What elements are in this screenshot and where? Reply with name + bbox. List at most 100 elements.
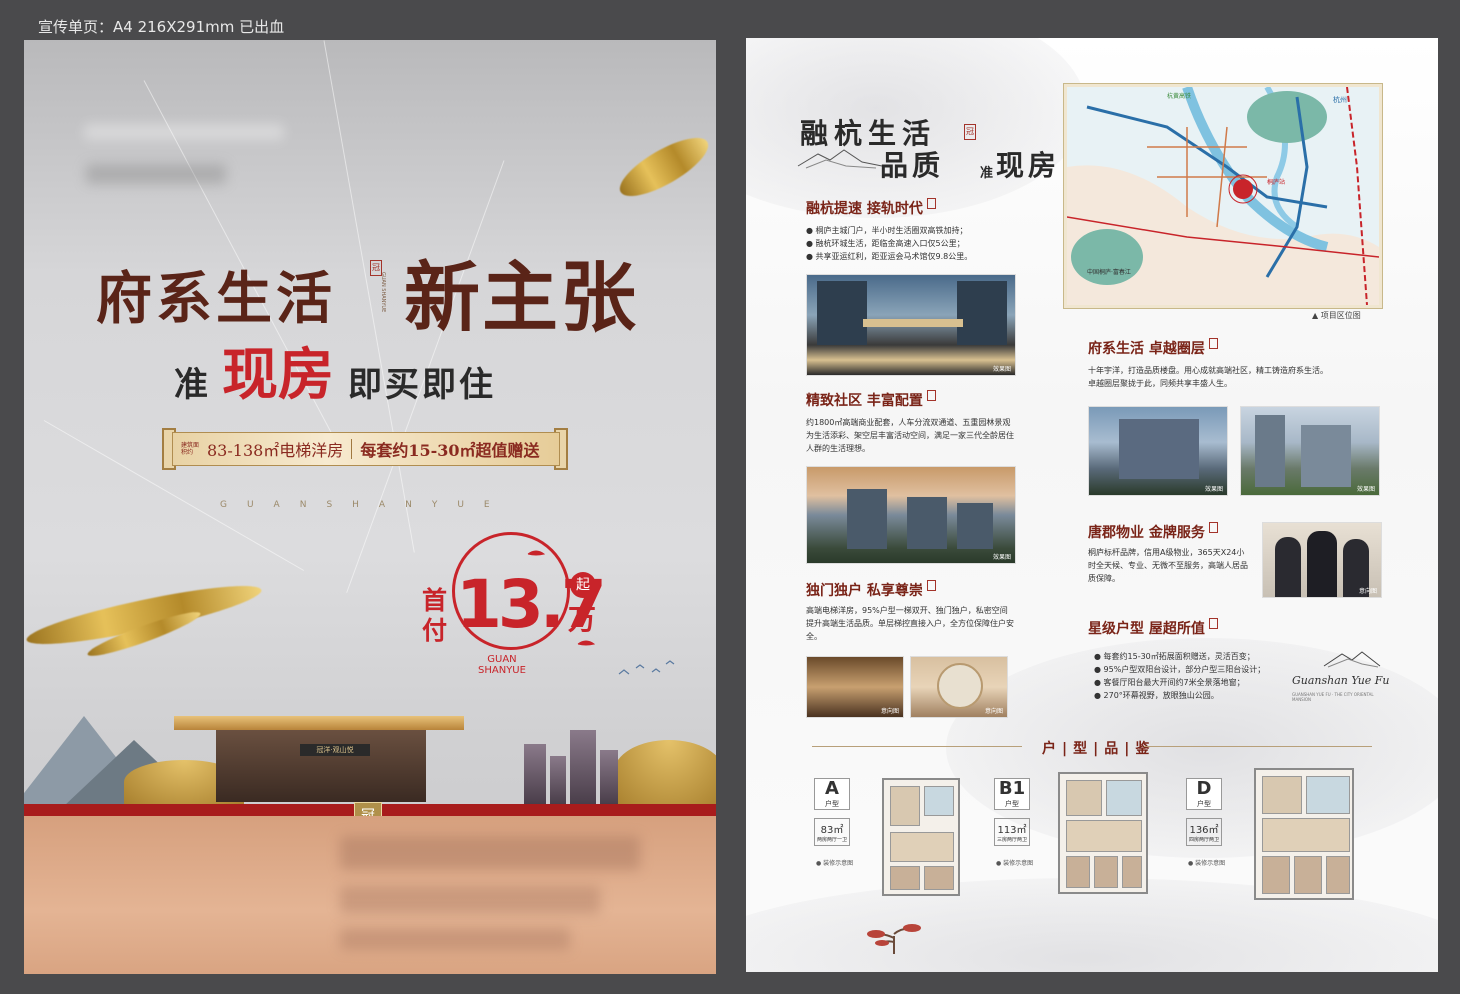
- back-title-bottom-a: 品质: [880, 149, 945, 182]
- section-body-circle: 十年宇洋，打造品质楼盘。用心成就高端社区，精工铸造府系生活。卓越圈层聚拢于此，同…: [1088, 366, 1328, 388]
- photo-tower: [957, 503, 993, 549]
- plan-area-value: 136㎡: [1189, 825, 1219, 836]
- mountain-line-icon: [797, 149, 883, 169]
- plan-type: 户型: [1005, 800, 1019, 808]
- blurred-logo-text: [86, 164, 226, 184]
- photo-person: [1307, 531, 1337, 597]
- stamp-en-line: SHANYUE: [478, 665, 526, 676]
- plan-desc: 三房两厅两卫: [996, 837, 1027, 843]
- subtitle-main: 现房: [222, 343, 334, 408]
- plan-tag-a: A 户型: [814, 778, 850, 810]
- gate-sign: 冠洋·观山悦: [300, 744, 370, 756]
- swallow-icon: [527, 550, 596, 646]
- bullet-line: ● 桐庐主城门户，半小时生活圈双高铁加持；: [806, 226, 968, 235]
- plan-room: [1066, 820, 1142, 852]
- photo-tower: [1301, 425, 1351, 487]
- plan-room: [1066, 856, 1090, 888]
- plan-note: ● 装修示意图: [1188, 860, 1226, 867]
- section-title-value: 星级户型 屋超所值: [1088, 618, 1218, 638]
- photo-tower: [817, 281, 867, 345]
- floorplan-title: 户|型|品|鉴: [1042, 741, 1156, 757]
- photo-caption: 效果图: [1356, 486, 1375, 493]
- photo-circle-1: 效果图: [1088, 406, 1228, 496]
- spec-label: 宣传单页：A4 216X291mm 已出血: [38, 18, 285, 36]
- bottom-info-panel: [24, 816, 716, 974]
- city-building: [600, 750, 618, 804]
- seal-mark: [926, 390, 936, 401]
- brand-tagline: GUANSHAN YUE FU · THE CITY ORIENTAL MANS…: [1292, 692, 1374, 702]
- photo-tower: [907, 497, 947, 549]
- photo-foyer: 意向图: [910, 656, 1008, 718]
- city-building: [524, 744, 546, 804]
- city-building: [570, 730, 596, 804]
- blurred-contact: [340, 886, 600, 914]
- subtitle-post: 即买即住: [348, 365, 496, 405]
- bullet-line: ● 95%户型双阳台设计，部分户型三阳台设计；: [1094, 665, 1266, 674]
- divider-line: [1144, 746, 1372, 747]
- gold-brush-stroke: [24, 575, 265, 655]
- plan-room: [1066, 780, 1102, 816]
- photo-caption: 意向图: [1358, 588, 1377, 595]
- pine-tree-icon: [867, 924, 921, 954]
- section-body-service: 桐庐标杆品牌，信用A级物业，365天X24小时全天候、专业、无微不至服务，高端人…: [1088, 548, 1248, 583]
- back-title-bottom-b: 现房: [996, 149, 1061, 182]
- seal-mark: [1208, 522, 1218, 533]
- section-title-text: 融杭提速 接轨时代: [806, 201, 923, 217]
- plan-desc: 两房两厅一卫: [816, 837, 847, 843]
- plan-tag-b1: B1 户型: [994, 778, 1030, 810]
- ribbon-small-label: 建筑面积约: [181, 442, 200, 456]
- seal-mark: [1208, 338, 1218, 349]
- photo-caption: 意向图: [880, 708, 899, 715]
- plan-area-value: 83㎡: [820, 825, 844, 836]
- section-body-value: ● 每套约15-30㎡拓展面积赠送，灵活百变； ● 95%户型双阳台设计，部分户…: [1094, 650, 1294, 702]
- plan-area-a: 83㎡ 两房两厅一卫: [814, 818, 850, 846]
- plan-code: A: [825, 778, 839, 799]
- bullet-line: ● 270°环幕视野，放眼独山公园。: [1094, 691, 1219, 700]
- plan-area-value: 113㎡: [997, 825, 1027, 836]
- plan-type: 户型: [1197, 800, 1211, 808]
- section-title-text: 独门独户 私享尊崇: [806, 583, 923, 599]
- brand-mountain-icon: [1323, 651, 1381, 668]
- plan-code: B1: [998, 778, 1026, 799]
- plan-room: [1262, 818, 1350, 852]
- photo-staff: 意向图: [1262, 522, 1382, 598]
- plan-room: [1262, 776, 1302, 814]
- seal-mark: [1208, 618, 1218, 629]
- subtitle-row: 准 现房 即买即住: [174, 346, 496, 406]
- plan-room: [1122, 856, 1142, 888]
- seal-mark: [926, 198, 936, 209]
- section-title-text: 府系生活 卓越圈层: [1088, 341, 1205, 357]
- birds-icon: [618, 660, 675, 675]
- gold-hill: [614, 740, 716, 804]
- plan-room: [1106, 780, 1142, 816]
- marble-vein: [323, 40, 415, 553]
- section-title-circle: 府系生活 卓越圈层: [1088, 338, 1218, 358]
- section-title-text: 精致社区 丰富配置: [806, 393, 923, 409]
- photo-person: [1275, 537, 1301, 597]
- seal-mark: [926, 580, 936, 591]
- blurred-contact: [340, 928, 570, 950]
- photo-gate: [863, 319, 963, 327]
- photo-caption: 效果图: [992, 554, 1011, 561]
- gate-roof: [174, 716, 464, 730]
- plan-room: [890, 866, 920, 890]
- headline-1: 府系生活: [96, 266, 336, 332]
- photo-tower: [957, 281, 1007, 345]
- map-label-station: 桐庐站: [1267, 179, 1286, 186]
- photo-tower: [847, 489, 887, 549]
- front-page: 府系生活 冠 GUAN SHANYUE 新主张 准 现房 即买即住 建筑面积约 …: [24, 40, 716, 974]
- ribbon-divider: [351, 439, 353, 459]
- section-title-service: 唐郡物业 金牌服务: [1088, 522, 1218, 542]
- plan-code: D: [1196, 778, 1212, 799]
- plan-room: [1294, 856, 1322, 894]
- section-title-text: 星级户型 屋超所值: [1088, 621, 1205, 637]
- back-title-small: 准: [980, 166, 994, 181]
- brand-en: GUANSHANYUE: [220, 500, 510, 510]
- section-body-private: 高端电梯洋房，95%户型一梯双开、独门独户，私密空间提升高端生活品质。单层梯控直…: [806, 606, 1014, 641]
- gold-brush-stroke: [612, 127, 716, 207]
- plan-desc: 四房两厅两卫: [1188, 837, 1219, 843]
- photo-tower: [1119, 419, 1199, 479]
- plan-room: [924, 786, 954, 816]
- photo-caption: 效果图: [1204, 486, 1223, 493]
- plan-room: [890, 832, 954, 862]
